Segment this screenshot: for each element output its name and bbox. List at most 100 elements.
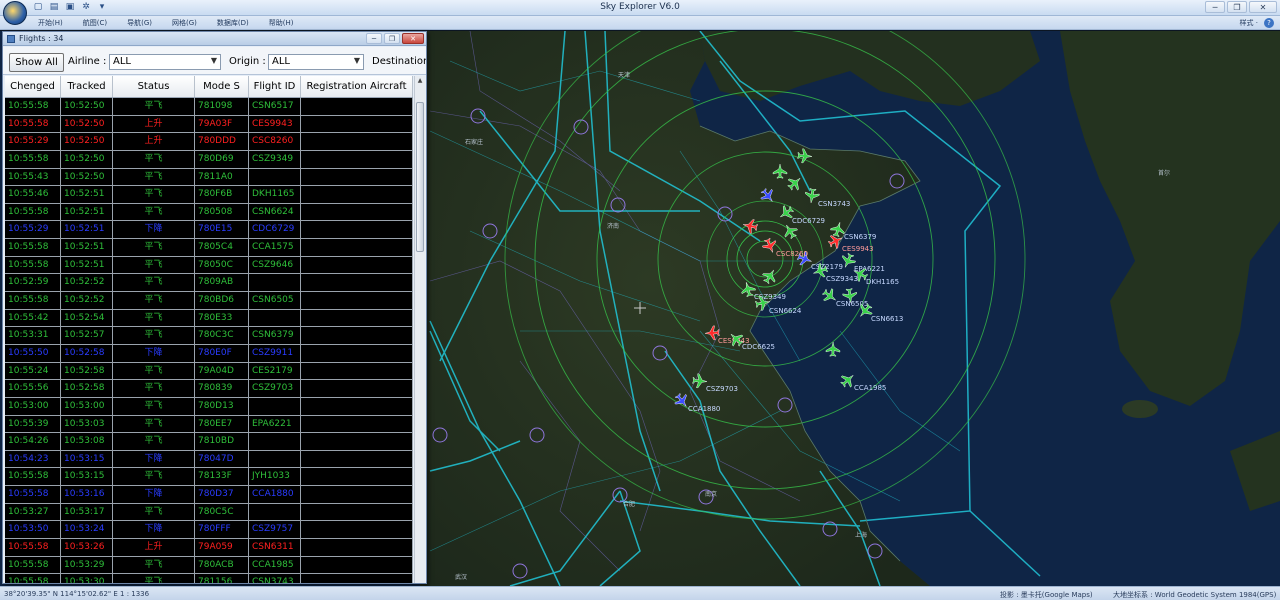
menu-database[interactable]: 数据库(D) <box>217 18 249 28</box>
cell-changed: 10:53:00 <box>5 397 61 415</box>
cell-tracked: 10:53:15 <box>61 450 113 468</box>
panel-minimize-button[interactable]: ─ <box>366 33 382 44</box>
table-row[interactable]: 10:55:43 10:52:50 平飞 7811A0 <box>5 168 413 187</box>
cell-mode-s: 780F6B <box>195 186 249 203</box>
table-row[interactable]: 10:55:50 10:52:58 下降 780E0F CSZ9911 <box>5 344 413 363</box>
cell-flight-id: JYH1033 <box>249 468 301 486</box>
cell-changed: 10:55:58 <box>5 239 61 256</box>
cell-flight-id: CES2179 <box>249 362 301 380</box>
table-row[interactable]: 10:55:58 10:53:16 下降 780D37 CCA1880 <box>5 486 413 504</box>
table-row[interactable]: 10:55:29 10:52:51 下降 780E15 CDC6729 <box>5 221 413 240</box>
cell-tracked: 10:52:54 <box>61 309 113 327</box>
jeju-island <box>1122 400 1158 418</box>
column-header-changed[interactable]: Chenged <box>5 76 61 97</box>
cell-changed: 10:55:58 <box>5 556 61 574</box>
minimize-button[interactable]: ─ <box>1205 1 1225 13</box>
panel-close-button[interactable]: ✕ <box>402 33 424 44</box>
cell-status: 平飞 <box>113 292 195 309</box>
panel-maximize-button[interactable]: ❐ <box>384 33 400 44</box>
cell-registration <box>301 450 413 468</box>
flights-panel-icon <box>7 35 15 43</box>
scroll-up-arrow-icon[interactable]: ▲ <box>415 76 425 86</box>
origin-select[interactable]: ALL ▼ <box>268 54 364 70</box>
table-row[interactable]: 10:55:24 10:52:58 平飞 79A04D CES2179 <box>5 362 413 381</box>
vertical-scrollbar[interactable]: ▲ ▼ <box>414 76 425 583</box>
filter-bar: Show All Airline : ALL ▼ Origin : ALL ▼ … <box>3 47 426 75</box>
table-row[interactable]: 10:55:58 10:52:51 平飞 7805C4 CCA1575 <box>5 239 413 257</box>
table-row[interactable]: 10:54:23 10:53:15 下降 78047D <box>5 450 413 469</box>
table-row[interactable]: 10:53:27 10:53:17 平飞 780C5C <box>5 503 413 522</box>
cell-status: 平飞 <box>113 309 195 327</box>
origin-label: Origin : <box>229 56 266 67</box>
cell-changed: 10:53:50 <box>5 521 61 539</box>
table-row[interactable]: 10:55:58 10:52:50 平飞 780D69 CSZ9349 <box>5 150 413 169</box>
column-header-flight-id[interactable]: Flight ID <box>249 76 301 97</box>
cell-registration <box>301 115 413 133</box>
cell-tracked: 10:52:51 <box>61 221 113 239</box>
cell-flight-id: CSZ9349 <box>249 150 301 168</box>
aircraft-callsign-label: CDC6729 <box>792 217 825 225</box>
menu-help[interactable]: 帮助(H) <box>269 18 294 28</box>
table-row[interactable]: 10:55:39 10:53:03 平飞 780EE7 EPA6221 <box>5 415 413 434</box>
aircraft-callsign-label: CSN6613 <box>871 315 903 323</box>
table-row[interactable]: 10:55:58 10:53:26 上升 79A059 CSN6311 <box>5 539 413 557</box>
cell-changed: 10:55:58 <box>5 115 61 133</box>
table-row[interactable]: 10:55:58 10:52:52 平飞 780BD6 CSN6505 <box>5 292 413 310</box>
table-row[interactable]: 10:53:00 10:53:00 平飞 780D13 <box>5 397 413 416</box>
table-row[interactable]: 10:55:58 10:52:50 上升 79A03F CES9943 <box>5 115 413 134</box>
table-row[interactable]: 10:53:50 10:53:24 下降 780FFF CSZ9757 <box>5 521 413 540</box>
cell-flight-id <box>249 397 301 415</box>
table-row[interactable]: 10:55:56 10:52:58 平飞 780839 CSZ9703 <box>5 380 413 398</box>
vertical-scroll-thumb[interactable] <box>416 102 424 252</box>
table-row[interactable]: 10:55:58 10:53:30 平飞 781156 CSN3743 <box>5 574 413 583</box>
flights-panel[interactable]: Flights : 34 ─ ❐ ✕ Show All Airline : AL… <box>2 31 427 584</box>
table-row[interactable]: 10:55:46 10:52:51 平飞 780F6B DKH1165 <box>5 186 413 204</box>
help-icon[interactable]: ? <box>1264 18 1274 28</box>
cell-tracked: 10:53:30 <box>61 574 113 583</box>
table-row[interactable]: 10:55:58 10:52:51 平飞 78050C CSZ9646 <box>5 256 413 275</box>
airline-select[interactable]: ALL ▼ <box>109 54 221 70</box>
column-header-tracked[interactable]: Tracked <box>61 76 113 97</box>
cell-flight-id <box>249 309 301 327</box>
table-row[interactable]: 10:53:31 10:52:57 平飞 780C3C CSN6379 <box>5 327 413 345</box>
city-label: 石家庄 <box>465 138 483 146</box>
cell-changed: 10:55:24 <box>5 362 61 380</box>
cell-tracked: 10:52:51 <box>61 203 113 221</box>
cell-status: 平飞 <box>113 362 195 380</box>
cell-status: 平飞 <box>113 98 195 115</box>
table-row[interactable]: 10:55:58 10:53:29 平飞 780ACB CCA1985 <box>5 556 413 575</box>
table-row[interactable]: 10:55:42 10:52:54 平飞 780E33 <box>5 309 413 328</box>
cell-changed: 10:55:43 <box>5 168 61 186</box>
flights-table[interactable]: Chenged Tracked Status Mode S Flight ID … <box>5 76 413 583</box>
app-logo[interactable] <box>3 1 27 25</box>
column-header-registration[interactable]: Registration Aircraft <box>301 76 413 97</box>
maximize-button[interactable]: ❐ <box>1227 1 1247 13</box>
cell-mode-s: 781156 <box>195 574 249 583</box>
show-all-button[interactable]: Show All <box>9 53 64 72</box>
menu-chart[interactable]: 航图(C) <box>83 18 107 28</box>
cell-registration <box>301 503 413 521</box>
style-menu[interactable]: 样式 · <box>1240 18 1258 28</box>
aircraft-callsign-label: CSN6379 <box>844 233 876 241</box>
cell-tracked: 10:53:15 <box>61 468 113 486</box>
cell-tracked: 10:53:29 <box>61 556 113 574</box>
menu-navigation[interactable]: 导航(G) <box>127 18 152 28</box>
cell-tracked: 10:53:08 <box>61 433 113 450</box>
table-row[interactable]: 10:55:58 10:53:15 平飞 78133F JYH1033 <box>5 468 413 487</box>
column-header-status[interactable]: Status <box>113 76 195 97</box>
column-header-mode-s[interactable]: Mode S <box>195 76 249 97</box>
flights-panel-titlebar[interactable]: Flights : 34 ─ ❐ ✕ <box>3 32 426 46</box>
table-row[interactable]: 10:55:29 10:52:50 上升 780DDD CSC8260 <box>5 133 413 151</box>
cell-changed: 10:55:29 <box>5 221 61 239</box>
menu-start[interactable]: 开始(H) <box>38 18 63 28</box>
close-button[interactable]: ✕ <box>1249 1 1277 13</box>
cell-registration <box>301 186 413 203</box>
city-label: 天津 <box>618 72 630 79</box>
table-row[interactable]: 10:55:58 10:52:50 平飞 781098 CSN6517 <box>5 98 413 116</box>
table-row[interactable]: 10:52:59 10:52:52 平飞 7809AB <box>5 274 413 293</box>
menu-grid[interactable]: 网格(G) <box>172 18 197 28</box>
table-row[interactable]: 10:54:26 10:53:08 平飞 7810BD <box>5 433 413 451</box>
aircraft-callsign-label: CSZ9703 <box>706 385 738 393</box>
table-row[interactable]: 10:55:58 10:52:51 平飞 780508 CSN6624 <box>5 203 413 222</box>
cell-status: 平飞 <box>113 503 195 521</box>
